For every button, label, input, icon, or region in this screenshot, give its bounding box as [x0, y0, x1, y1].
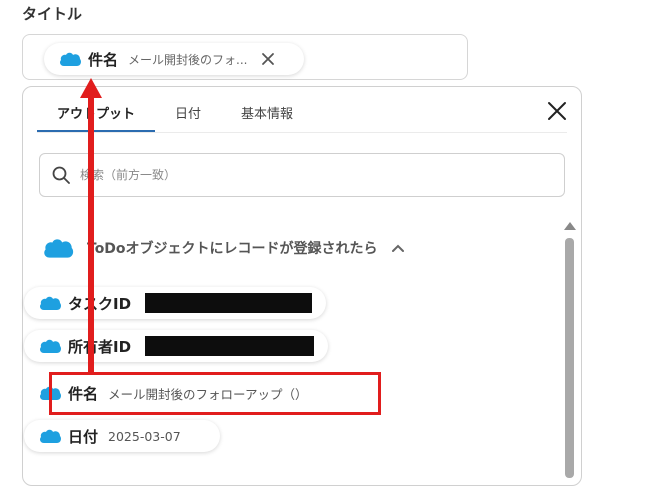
- redacted-value: [145, 336, 314, 356]
- item-label: 日付: [68, 427, 99, 446]
- tab-output[interactable]: アウトプット: [37, 97, 156, 133]
- chip-field-value: メール開封後のフォ...: [128, 52, 248, 67]
- salesforce-cloud-icon: [40, 339, 61, 353]
- title-label: タイトル: [22, 5, 83, 23]
- salesforce-cloud-icon: [60, 52, 81, 66]
- scrollbar-thumb[interactable]: [565, 238, 574, 478]
- tab-basic-info[interactable]: 基本情報: [221, 97, 313, 127]
- selected-field-chip[interactable]: 件名 メール開封後のフォ...: [44, 43, 304, 75]
- salesforce-cloud-icon: [40, 296, 61, 310]
- list-item-owner-id[interactable]: 所有者ID: [24, 330, 328, 362]
- item-value: 2025-03-07: [108, 428, 181, 444]
- tab-bar: アウトプット 日付 基本情報: [37, 97, 313, 133]
- item-label: タスクID: [68, 294, 132, 313]
- tab-date[interactable]: 日付: [155, 97, 221, 127]
- close-icon[interactable]: [547, 101, 567, 121]
- list-item-date[interactable]: 日付 2025-03-07: [24, 420, 220, 452]
- list-item-task-id[interactable]: タスクID: [24, 287, 326, 319]
- chevron-up-icon[interactable]: [391, 244, 404, 252]
- salesforce-cloud-icon: [40, 429, 61, 443]
- scroll-up-icon[interactable]: [564, 222, 576, 230]
- close-icon[interactable]: [261, 52, 275, 66]
- tabs-divider: [37, 132, 567, 133]
- annotation-arrow-line: [88, 95, 94, 375]
- salesforce-cloud-icon: [44, 239, 74, 258]
- highlight-box: [49, 372, 381, 415]
- section-title: ToDoオブジェクトにレコードが登録されたら: [87, 241, 378, 257]
- search-box[interactable]: [39, 153, 565, 197]
- search-input[interactable]: [78, 167, 502, 183]
- item-label: 所有者ID: [68, 337, 132, 356]
- arrow-up-icon: [80, 78, 102, 98]
- section-header[interactable]: ToDoオブジェクトにレコードが登録されたら: [41, 237, 404, 259]
- search-icon: [52, 166, 70, 184]
- redacted-value: [145, 293, 312, 313]
- chip-field-label: 件名: [88, 50, 119, 69]
